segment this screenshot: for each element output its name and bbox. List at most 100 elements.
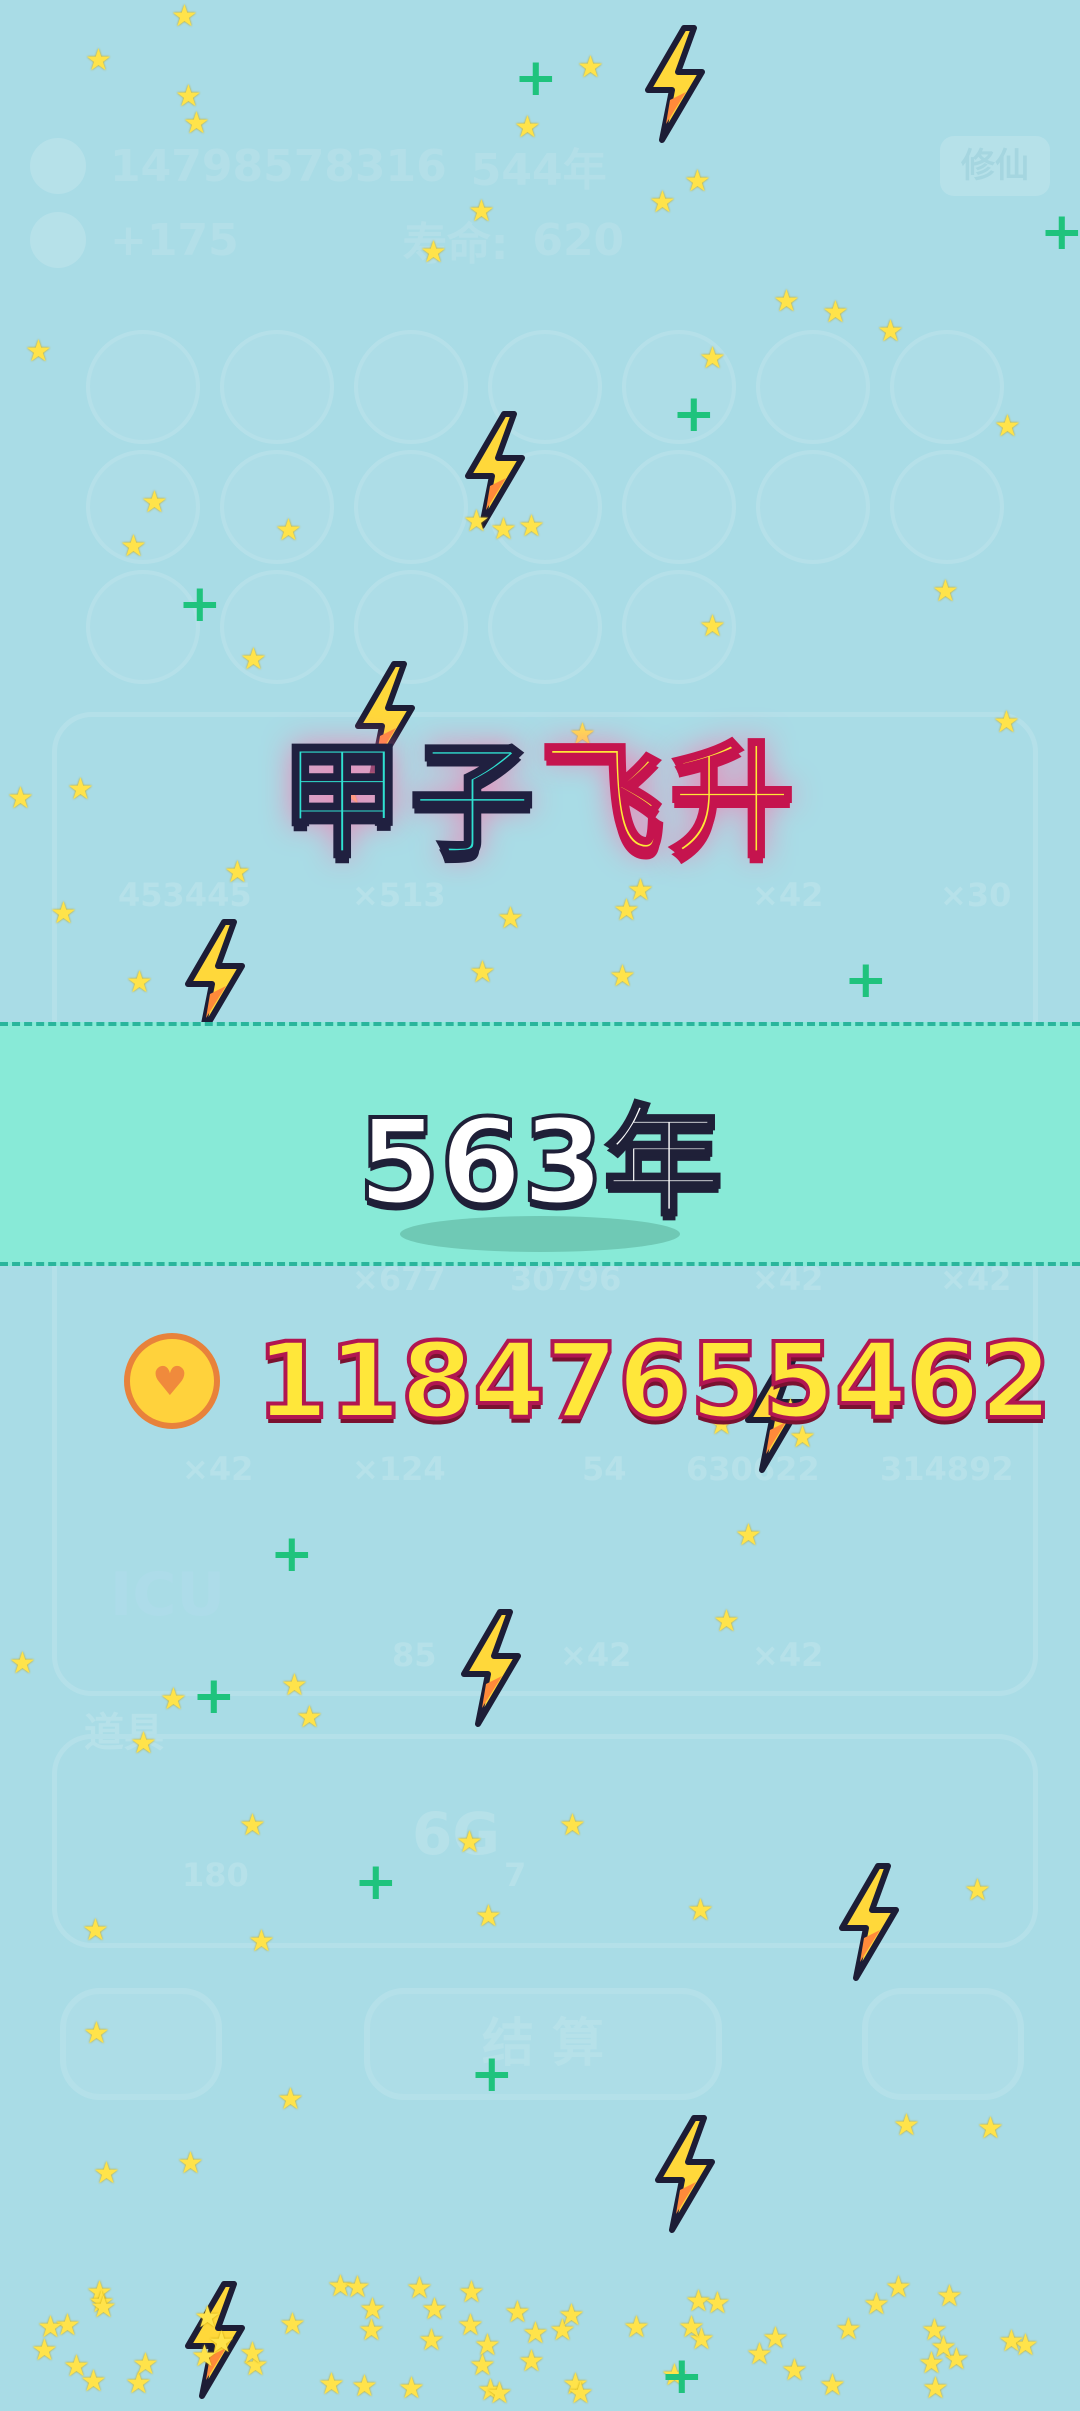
star-icon: ★ (649, 185, 676, 220)
star-icon: ★ (893, 2108, 920, 2143)
star-icon: ★ (277, 2082, 304, 2117)
star-icon: ★ (559, 1808, 586, 1843)
star-icon: ★ (704, 2286, 731, 2321)
star-icon: ★ (885, 2270, 912, 2305)
star-icon: ★ (684, 164, 711, 199)
star-icon: ★ (82, 1913, 109, 1948)
star-icon: ★ (281, 1668, 308, 1703)
star-icon: ★ (240, 642, 267, 677)
years-band: 563年 (0, 1022, 1080, 1266)
star-icon: ★ (877, 314, 904, 349)
star-icon: ★ (418, 2323, 445, 2358)
star-icon: ★ (132, 2347, 159, 2382)
star-icon: ★ (351, 2369, 378, 2404)
plus-icon: + (354, 1852, 398, 1912)
star-icon: ★ (398, 2371, 425, 2406)
star-icon: ★ (63, 2349, 90, 2384)
star-icon: ★ (475, 1899, 502, 1934)
star-icon: ★ (93, 2156, 120, 2191)
plus-icon: + (660, 2346, 704, 2406)
star-icon: ★ (420, 235, 447, 270)
star-icon: ★ (469, 955, 496, 990)
heart-icon: ♥ (152, 1359, 188, 1405)
heart-coin-icon: ♥ (124, 1333, 220, 1429)
lightning-icon (645, 25, 705, 143)
star-icon: ★ (9, 1646, 36, 1681)
star-icon: ★ (486, 2376, 513, 2411)
star-icon: ★ (819, 2368, 846, 2403)
star-icon: ★ (191, 2339, 218, 2374)
star-icon: ★ (699, 341, 726, 376)
lightning-icon (655, 2115, 715, 2233)
star-icon: ★ (713, 1604, 740, 1639)
star-icon: ★ (835, 2312, 862, 2347)
plus-icon: + (192, 1666, 236, 1726)
star-icon: ★ (762, 2321, 789, 2356)
star-icon: ★ (609, 959, 636, 994)
ascension-title: 甲子飞升 (0, 700, 1080, 880)
star-icon: ★ (497, 901, 524, 936)
star-icon: ★ (930, 2330, 957, 2365)
plus-icon: + (470, 2044, 514, 2104)
star-icon: ★ (781, 2353, 808, 2388)
star-icon: ★ (171, 0, 198, 34)
lightning-icon (185, 919, 245, 1037)
star-icon: ★ (567, 2376, 594, 2411)
star-icon: ★ (922, 2371, 949, 2406)
plus-icon: + (1040, 202, 1080, 262)
star-icon: ★ (275, 513, 302, 548)
star-icon: ★ (773, 284, 800, 319)
plus-icon: + (178, 574, 222, 634)
lightning-icon (461, 1609, 521, 1727)
star-icon: ★ (504, 2295, 531, 2330)
star-icon: ★ (456, 1825, 483, 1860)
years-value: 563年 (356, 1091, 724, 1233)
star-icon: ★ (248, 1924, 275, 1959)
star-icon: ★ (83, 2016, 110, 2051)
star-icon: ★ (296, 1700, 323, 1735)
plus-icon: + (270, 1524, 314, 1584)
star-icon: ★ (490, 512, 517, 547)
star-icon: ★ (518, 509, 545, 544)
title-part-2: 飞升 (538, 728, 801, 876)
star-icon: ★ (279, 2307, 306, 2342)
star-icon: ★ (318, 2367, 345, 2402)
star-icon: ★ (458, 2275, 485, 2310)
star-icon: ★ (994, 409, 1021, 444)
star-icon: ★ (141, 485, 168, 520)
star-icon: ★ (359, 2292, 386, 2327)
star-icon: ★ (474, 2328, 501, 2363)
plus-icon: + (672, 384, 716, 444)
star-icon: ★ (406, 2271, 433, 2306)
star-icon: ★ (627, 873, 654, 908)
coin-amount: 11847655462 (254, 1318, 1054, 1444)
star-icon: ★ (239, 2336, 266, 2371)
star-icon: ★ (735, 1518, 762, 1553)
star-icon: ★ (699, 609, 726, 644)
star-icon: ★ (577, 50, 604, 85)
star-icon: ★ (977, 2111, 1004, 2146)
star-icon: ★ (130, 1726, 157, 1761)
star-icon: ★ (160, 1682, 187, 1717)
star-icon: ★ (964, 1873, 991, 1908)
star-icon: ★ (623, 2310, 650, 2345)
star-icon: ★ (463, 504, 490, 539)
star-icon: ★ (558, 2298, 585, 2333)
plus-icon: + (514, 48, 558, 108)
star-icon: ★ (50, 896, 77, 931)
star-icon: ★ (822, 295, 849, 330)
star-icon: ★ (936, 2279, 963, 2314)
star-icon: ★ (177, 2146, 204, 2181)
star-icon: ★ (932, 574, 959, 609)
title-part-1: 甲子 (278, 728, 540, 876)
star-icon: ★ (90, 2290, 117, 2325)
star-icon: ★ (126, 965, 153, 1000)
star-icon: ★ (518, 2344, 545, 2379)
star-icon: ★ (998, 2324, 1025, 2359)
star-icon: ★ (85, 43, 112, 78)
star-icon: ★ (687, 1893, 714, 1928)
star-icon: ★ (175, 79, 202, 114)
lightning-icon (839, 1863, 899, 1981)
star-icon: ★ (37, 2310, 64, 2345)
star-icon: ★ (120, 529, 147, 564)
